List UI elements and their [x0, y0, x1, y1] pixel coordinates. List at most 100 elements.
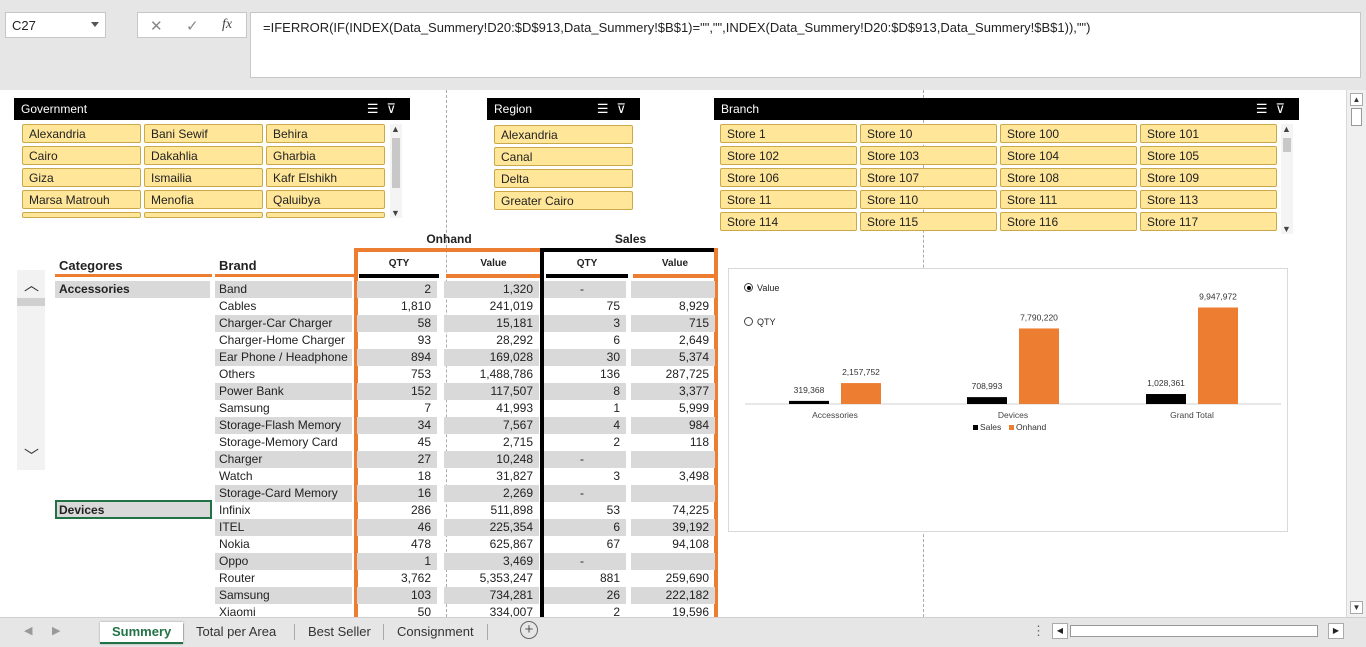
- slicer-item-store-104[interactable]: Store 104: [1000, 146, 1137, 165]
- slicer-item-menofia[interactable]: Menofia: [144, 190, 263, 209]
- slicer-item-store-113[interactable]: Store 113: [1140, 190, 1277, 209]
- tab-summery[interactable]: Summery: [100, 622, 184, 644]
- brand-cell[interactable]: Storage-Card Memory: [215, 485, 352, 502]
- category-cell[interactable]: [55, 451, 210, 468]
- brand-cell[interactable]: Charger: [215, 451, 352, 468]
- onhand-value-cell[interactable]: 31,827: [444, 468, 539, 485]
- slicer-item-bani-sewif[interactable]: Bani Sewif: [144, 124, 263, 143]
- category-cell[interactable]: [55, 400, 210, 417]
- fx-icon[interactable]: fx: [222, 17, 232, 33]
- slicer-item-giza[interactable]: Giza: [22, 168, 141, 187]
- sales-value-cell[interactable]: 3,498: [631, 468, 715, 485]
- sales-value-cell[interactable]: 74,225: [631, 502, 715, 519]
- brand-cell[interactable]: Oppo: [215, 553, 352, 570]
- slicer-item-store-105[interactable]: Store 105: [1140, 146, 1277, 165]
- bar-onhand-accessories[interactable]: [841, 383, 881, 404]
- bar-sales-accessories[interactable]: [789, 400, 829, 404]
- category-cell[interactable]: [55, 349, 210, 366]
- onhand-qty-cell[interactable]: 753: [357, 366, 437, 383]
- slicer-item-gharbia[interactable]: Gharbia: [266, 146, 385, 165]
- slicer-item-store-10[interactable]: Store 10: [860, 124, 997, 143]
- category-cell[interactable]: [55, 570, 210, 587]
- slicer-item-store-101[interactable]: Store 101: [1140, 124, 1277, 143]
- brand-cell[interactable]: Xiaomi: [215, 604, 352, 617]
- add-sheet-icon[interactable]: +: [520, 621, 538, 639]
- tab-total-per-area[interactable]: Total per Area: [184, 622, 288, 644]
- name-box-dropdown-icon[interactable]: [91, 22, 99, 27]
- scroll-up-icon[interactable]: ▲: [1282, 124, 1291, 134]
- sales-qty-cell[interactable]: 6: [544, 519, 626, 536]
- sales-value-cell[interactable]: [631, 281, 715, 298]
- slicer-item-store-103[interactable]: Store 103: [860, 146, 997, 165]
- category-cell[interactable]: [55, 587, 210, 604]
- scroll-down-icon[interactable]: ▼: [1282, 224, 1291, 234]
- category-cell[interactable]: [55, 332, 210, 349]
- slicer-item-store-117[interactable]: Store 117: [1140, 212, 1277, 231]
- sales-qty-cell[interactable]: -: [544, 451, 626, 468]
- slicer-item-store-110[interactable]: Store 110: [860, 190, 997, 209]
- slicer-item-behira[interactable]: Behira: [266, 124, 385, 143]
- slicer-scrollbar[interactable]: ▲ ▼: [390, 124, 402, 218]
- category-cell[interactable]: [55, 366, 210, 383]
- onhand-value-cell[interactable]: 169,028: [444, 349, 539, 366]
- tab-split-handle-icon[interactable]: ⋮: [1032, 623, 1045, 639]
- sales-qty-cell[interactable]: 3: [544, 315, 626, 332]
- onhand-qty-cell[interactable]: 16: [357, 485, 437, 502]
- slicer-item-dakahlia[interactable]: Dakahlia: [144, 146, 263, 165]
- category-cell[interactable]: [55, 434, 210, 451]
- onhand-value-cell[interactable]: 117,507: [444, 383, 539, 400]
- category-cell[interactable]: [55, 417, 210, 434]
- tab-best-seller[interactable]: Best Seller: [296, 622, 383, 644]
- sales-value-cell[interactable]: 8,929: [631, 298, 715, 315]
- sales-qty-cell[interactable]: 8: [544, 383, 626, 400]
- enter-icon[interactable]: ✓: [186, 17, 199, 35]
- brand-cell[interactable]: Nokia: [215, 536, 352, 553]
- onhand-value-cell[interactable]: 10,248: [444, 451, 539, 468]
- category-scroll-control[interactable]: ︿ ﹀: [17, 270, 45, 470]
- bar-sales-grand-total[interactable]: [1146, 394, 1186, 404]
- tab-consignment[interactable]: Consignment: [385, 622, 486, 644]
- brand-cell[interactable]: Watch: [215, 468, 352, 485]
- slicer-item-store-116[interactable]: Store 116: [1000, 212, 1137, 231]
- sales-qty-cell[interactable]: -: [544, 553, 626, 570]
- slicer-item-store-115[interactable]: Store 115: [860, 212, 997, 231]
- slicer-item-store-109[interactable]: Store 109: [1140, 168, 1277, 187]
- category-cell[interactable]: Accessories: [55, 281, 210, 298]
- slicer-item-store-1[interactable]: Store 1: [720, 124, 857, 143]
- tab-scroll-left-icon[interactable]: ◀: [24, 624, 32, 637]
- brand-cell[interactable]: Storage-Memory Card: [215, 434, 352, 451]
- scroll-up-icon[interactable]: ︿: [24, 274, 39, 295]
- sales-qty-cell[interactable]: 30: [544, 349, 626, 366]
- sales-qty-cell[interactable]: 1: [544, 400, 626, 417]
- sales-qty-cell[interactable]: 6: [544, 332, 626, 349]
- slicer-item-store-114[interactable]: Store 114: [720, 212, 857, 231]
- onhand-qty-cell[interactable]: 1,810: [357, 298, 437, 315]
- worksheet[interactable]: Government ☰⊽ ▲ ▼ Alexandria Bani Sewif Be…: [0, 90, 1346, 617]
- sales-qty-cell[interactable]: 53: [544, 502, 626, 519]
- onhand-qty-cell[interactable]: 2: [357, 281, 437, 298]
- slicer-item-canal[interactable]: Canal: [494, 147, 633, 166]
- clear-filter-icon[interactable]: ⊽: [386, 101, 404, 116]
- onhand-value-cell[interactable]: 2,715: [444, 434, 539, 451]
- scroll-right-icon[interactable]: ▶: [1328, 623, 1344, 639]
- onhand-value-cell[interactable]: 3,469: [444, 553, 539, 570]
- sales-qty-cell[interactable]: 3: [544, 468, 626, 485]
- category-cell[interactable]: [55, 519, 210, 536]
- sales-qty-cell[interactable]: 26: [544, 587, 626, 604]
- scroll-down-icon[interactable]: ﹀: [24, 445, 39, 466]
- sales-value-cell[interactable]: [631, 485, 715, 502]
- sales-onhand-chart[interactable]: Value QTY 319,368 2,157,752 Accessories 708…: [728, 268, 1288, 532]
- onhand-value-cell[interactable]: 334,007: [444, 604, 539, 617]
- slicer-item-ismailia[interactable]: Ismailia: [144, 168, 263, 187]
- slicer-item-store-107[interactable]: Store 107: [860, 168, 997, 187]
- sales-value-cell[interactable]: 715: [631, 315, 715, 332]
- onhand-qty-cell[interactable]: 46: [357, 519, 437, 536]
- slicer-scrollbar[interactable]: ▲ ▼: [1281, 124, 1293, 234]
- sales-qty-cell[interactable]: 881: [544, 570, 626, 587]
- category-cell[interactable]: [55, 468, 210, 485]
- sales-qty-cell[interactable]: 67: [544, 536, 626, 553]
- sales-value-cell[interactable]: 259,690: [631, 570, 715, 587]
- slicer-item-alexandria[interactable]: Alexandria: [494, 125, 633, 144]
- multi-select-icon[interactable]: ☰: [1256, 101, 1276, 116]
- scroll-left-icon[interactable]: ◀: [1052, 623, 1068, 639]
